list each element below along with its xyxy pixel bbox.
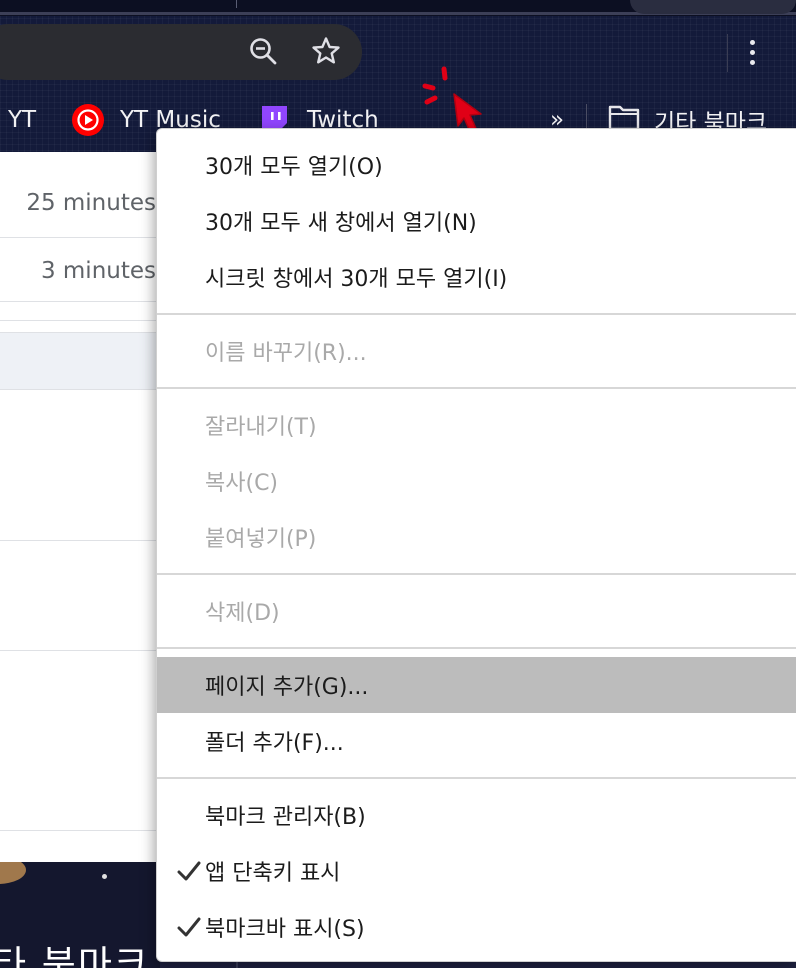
history-row[interactable]: 25 minutes <box>0 170 160 238</box>
menu-separator <box>157 777 796 779</box>
menu-item-label: 복사(C) <box>205 471 279 496</box>
menu-item-label: 30개 모두 새 창에서 열기(N) <box>205 211 477 236</box>
divider <box>0 830 160 831</box>
menu-separator <box>157 387 796 389</box>
youtube-music-icon <box>72 104 104 136</box>
browser-window: YT YT Music Twitch » 기타 북마크 25 minutes 3… <box>0 0 796 968</box>
decorative-shape <box>0 862 26 884</box>
divider <box>0 320 160 321</box>
menu-item-open-all[interactable]: 30개 모두 열기(O) <box>157 137 796 193</box>
menu-item-label: 삭제(D) <box>205 601 280 626</box>
menu-item-show-bookmarks-bar[interactable]: 북마크바 표시(S) <box>157 899 796 955</box>
bookmark-yt-label: YT <box>8 107 37 133</box>
menu-item-label: 이름 바꾸기(R)... <box>205 341 367 366</box>
history-time: 3 minutes <box>40 258 156 284</box>
toolbar-divider <box>727 34 728 72</box>
menu-item-bookmark-manager[interactable]: 북마크 관리자(B) <box>157 787 796 843</box>
menu-item-label: 30개 모두 열기(O) <box>205 155 383 180</box>
divider <box>0 650 160 651</box>
menu-item-label: 잘라내기(T) <box>205 415 317 440</box>
menu-item-copy: 복사(C) <box>157 453 796 509</box>
decorative-dot <box>102 874 107 879</box>
history-row[interactable]: 3 minutes <box>0 238 160 302</box>
menu-item-label: 앱 단축키 표시 <box>205 861 341 886</box>
menu-item-cut: 잘라내기(T) <box>157 397 796 453</box>
bookmark-yt[interactable]: YT <box>0 100 36 140</box>
menu-separator <box>157 573 796 575</box>
bookmark-star-icon[interactable] <box>309 34 343 68</box>
folder-label-preview: 타 북마크 <box>0 943 150 968</box>
menu-item-delete: 삭제(D) <box>157 583 796 639</box>
menu-item-paste: 붙여넣기(P) <box>157 509 796 565</box>
menu-separator <box>157 313 796 315</box>
menu-item-show-apps-shortcut[interactable]: 앱 단축키 표시 <box>157 843 796 899</box>
menu-item-add-folder[interactable]: 폴더 추가(F)... <box>157 713 796 769</box>
more-menu-icon[interactable] <box>742 34 762 70</box>
menu-item-label: 페이지 추가(G)... <box>205 675 369 700</box>
menu-item-add-page[interactable]: 페이지 추가(G)... <box>157 657 796 713</box>
history-time: 25 minutes <box>26 190 156 216</box>
tab-divider <box>236 0 237 8</box>
zoom-out-icon[interactable] <box>246 34 280 68</box>
history-page: 25 minutes 3 minutes <box>0 152 160 862</box>
checkmark-icon <box>177 843 201 899</box>
menu-item-open-all-new-window[interactable]: 30개 모두 새 창에서 열기(N) <box>157 193 796 249</box>
address-bar[interactable] <box>0 24 362 80</box>
menu-item-label: 붙여넣기(P) <box>205 527 317 552</box>
menu-item-label: 북마크바 표시(S) <box>205 917 365 942</box>
checkmark-icon <box>177 899 201 955</box>
menu-separator <box>157 647 796 649</box>
bookmark-context-menu: 30개 모두 열기(O) 30개 모두 새 창에서 열기(N) 시크릿 창에서 … <box>156 128 796 962</box>
bookmark-bar-preview: 타 북마크 <box>0 862 160 968</box>
tab-strip <box>0 0 796 16</box>
tab-shape[interactable] <box>630 0 796 14</box>
menu-item-rename: 이름 바꾸기(R)... <box>157 323 796 379</box>
menu-item-label: 북마크 관리자(B) <box>205 805 366 830</box>
divider <box>0 540 160 541</box>
section-header <box>0 332 160 390</box>
menu-item-label: 폴더 추가(F)... <box>205 731 344 756</box>
menu-item-label: 시크릿 창에서 30개 모두 열기(I) <box>205 267 508 292</box>
menu-item-open-all-incognito[interactable]: 시크릿 창에서 30개 모두 열기(I) <box>157 249 796 305</box>
